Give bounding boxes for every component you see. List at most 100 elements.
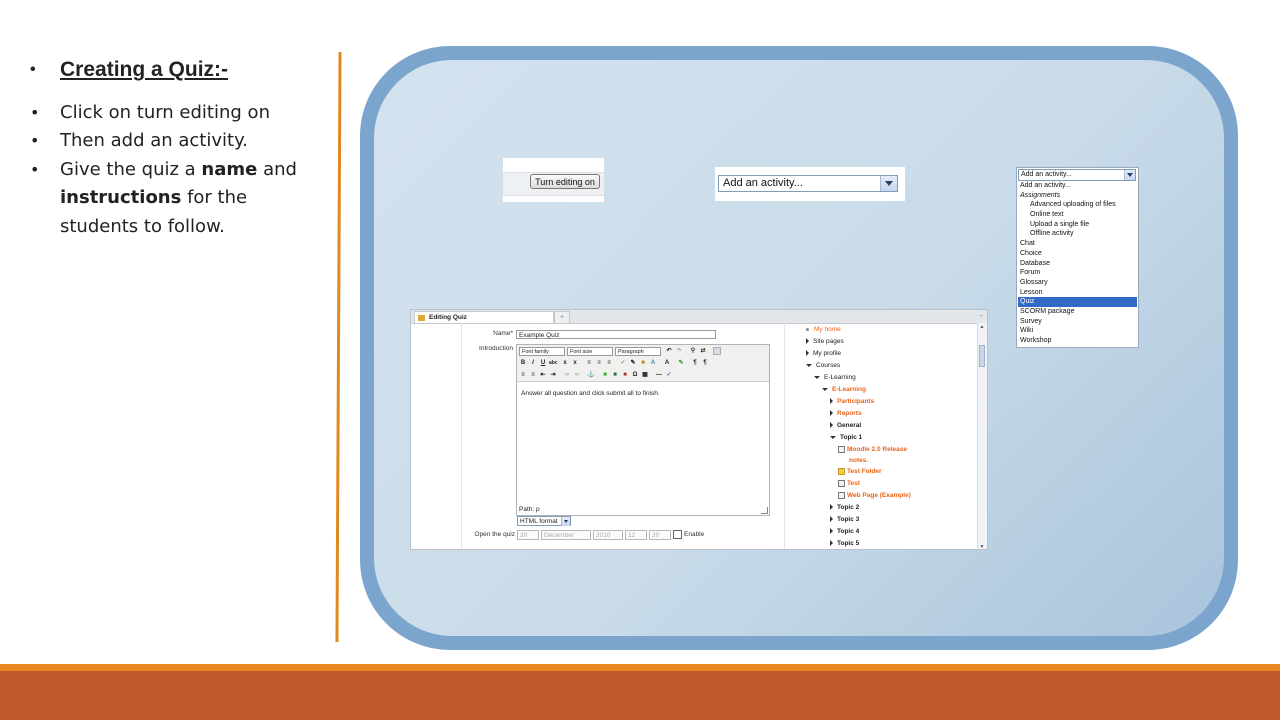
open-hour-select[interactable]: 12 [625,530,647,540]
activity-option[interactable]: SCORM package [1018,307,1137,317]
image-icon[interactable]: ■ [601,371,609,379]
subscript-icon[interactable]: x [561,359,569,367]
italic-icon[interactable]: I [529,359,537,367]
activity-option[interactable]: Wiki [1018,326,1137,336]
hr-icon[interactable]: — [655,371,663,379]
undo-icon[interactable]: ↶ [665,347,673,355]
activity-option[interactable]: Lesson [1018,288,1137,298]
minimize-icon[interactable]: – [977,312,985,320]
bold-icon[interactable]: B [519,359,527,367]
tree-web-page[interactable]: Web Page (Example) [838,492,911,499]
clean-icon[interactable]: ✓ [619,359,627,367]
activity-option[interactable]: Assignments [1018,191,1137,201]
quiz-name-input[interactable]: Example Quiz [516,330,716,339]
outdent-icon[interactable]: ⇤ [539,371,547,379]
highlight-icon[interactable]: ✎ [677,359,685,367]
rtl-icon[interactable]: ¶ [701,359,709,367]
new-tab-button[interactable]: + [554,311,570,323]
activity-option[interactable]: Database [1018,259,1137,269]
activity-option[interactable]: Upload a single file [1018,220,1137,230]
activity-dropdown-select[interactable]: Add an activity... [1018,169,1136,181]
enable-checkbox[interactable] [673,530,682,539]
activity-option[interactable]: Chat [1018,239,1137,249]
ltr-icon[interactable]: ¶ [691,359,699,367]
paragraph-select[interactable]: Paragraph [615,347,661,356]
tree-courses[interactable]: Courses [806,362,840,369]
tab-editing-quiz[interactable]: Editing Quiz [414,311,554,323]
turn-editing-on-button[interactable]: Turn editing on [530,174,600,189]
redo-icon[interactable]: ↷ [675,347,683,355]
tree-site-pages[interactable]: Site pages [806,338,844,345]
open-minute-select[interactable]: 20 [649,530,671,540]
align-left-icon[interactable]: ≡ [585,359,593,367]
tree-test[interactable]: Test [838,480,860,487]
find-icon[interactable]: ⚲ [689,347,697,355]
open-year-select[interactable]: 2010 [593,530,623,540]
resize-handle-icon[interactable] [761,507,768,514]
tree-topic-1[interactable]: Topic 1 [830,434,862,441]
tree-topic-5[interactable]: Topic 5 [830,540,859,547]
footer-accent-bar [0,664,1280,671]
table-icon[interactable]: ▦ [641,371,649,379]
activity-option[interactable]: Forum [1018,268,1137,278]
anchor-icon[interactable]: ⚓ [587,371,595,379]
tree-moodle-notes[interactable]: Moodle 2.0 Release [838,446,907,453]
activity-option[interactable]: Add an activity... [1018,181,1137,191]
replace-icon[interactable]: ⇄ [699,347,707,355]
activity-option[interactable]: Glossary [1018,278,1137,288]
tree-moodle-notes-cont[interactable]: notes. [849,457,868,464]
activity-option[interactable]: Offline activity [1018,229,1137,239]
scroll-up-icon[interactable]: ▲ [978,323,986,331]
tree-general[interactable]: General [830,422,861,429]
tree-topic-2[interactable]: Topic 2 [830,504,859,511]
paste-text-icon[interactable]: ✎ [629,359,637,367]
chevron-down-icon[interactable] [1124,170,1135,180]
strikethrough-icon[interactable]: abc [549,359,558,367]
tree-topic-4[interactable]: Topic 4 [830,528,859,535]
open-day-select[interactable]: 30 [517,530,539,540]
text-color-icon[interactable]: A [649,359,657,367]
scroll-down-icon[interactable]: ▼ [978,543,986,549]
format-select[interactable]: HTML format [517,516,571,526]
underline-icon[interactable]: U [539,359,547,367]
activity-option[interactable]: Workshop [1018,336,1137,346]
special-char-icon[interactable]: Ω [631,371,639,379]
tree-reports[interactable]: Reports [830,410,862,417]
activity-option[interactable]: Quiz [1018,297,1137,307]
chevron-down-icon[interactable] [880,176,897,191]
paste-word-icon[interactable]: ■ [639,359,647,367]
fullscreen-icon[interactable] [713,347,721,355]
activity-option[interactable]: Choice [1018,249,1137,259]
media-icon[interactable]: ■ [611,371,619,379]
align-right-icon[interactable]: ≡ [605,359,613,367]
font-size-select[interactable]: Font size [567,347,613,356]
spellcheck-icon[interactable]: ✓ [665,371,673,379]
moodle-media-icon[interactable]: ■ [621,371,629,379]
activity-option[interactable]: Online text [1018,210,1137,220]
superscript-icon[interactable]: x [571,359,579,367]
font-family-select[interactable]: Font family [519,347,565,356]
font-color-icon[interactable]: A [663,359,671,367]
tree-topic-3[interactable]: Topic 3 [830,516,859,523]
tree-elearning-parent[interactable]: E-Learning [814,374,856,381]
tree-participants[interactable]: Participants [830,398,874,405]
tree-my-home[interactable]: My home [806,326,841,333]
tree-my-profile[interactable]: My profile [806,350,841,357]
unlink-icon[interactable]: ∞ [573,371,581,379]
tree-test-folder[interactable]: Test Folder [838,468,882,475]
activity-option[interactable]: Advanced uploading of files [1018,200,1137,210]
divider-line [335,51,342,643]
link-icon[interactable]: ∞ [563,371,571,379]
vertical-scrollbar[interactable]: ▲ ▼ [977,323,987,549]
numbered-list-icon[interactable]: ≡ [529,371,537,379]
tree-elearning[interactable]: E-Learning [822,386,866,393]
open-month-select[interactable]: December [541,530,591,540]
add-activity-select[interactable]: Add an activity... [718,175,898,192]
activity-option[interactable]: Survey [1018,317,1137,327]
chevron-down-icon[interactable] [561,517,570,526]
introduction-editor[interactable]: Font family Font size Paragraph ↶ ↷ ⚲ ⇄ … [516,344,770,516]
indent-icon[interactable]: ⇥ [549,371,557,379]
scrollbar-thumb[interactable] [979,345,985,367]
bullet-list-icon[interactable]: ≡ [519,371,527,379]
align-center-icon[interactable]: ≡ [595,359,603,367]
